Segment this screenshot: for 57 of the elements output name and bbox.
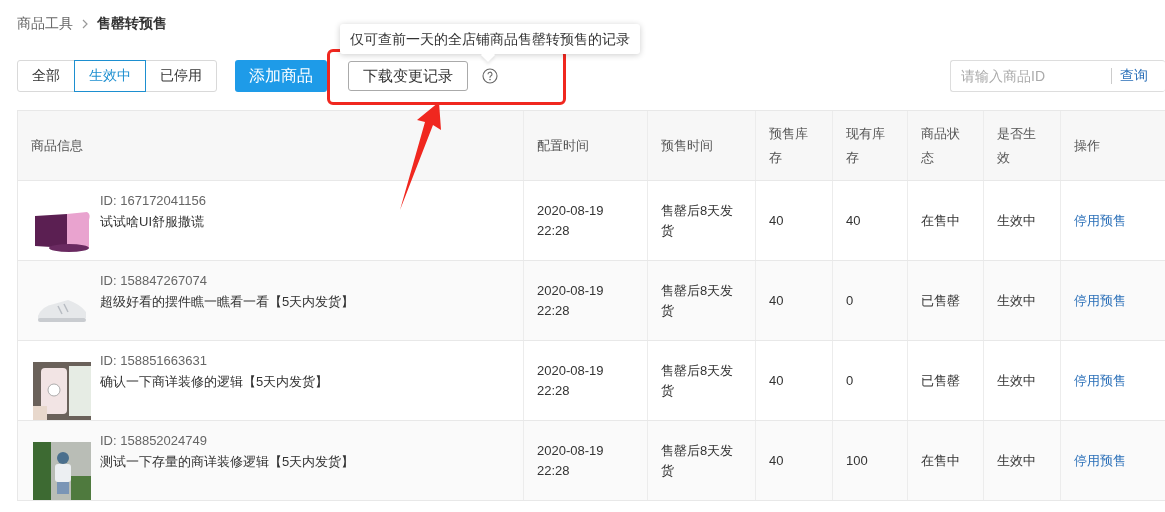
table-cell-text: 2020-08-19 22:28 — [537, 361, 605, 400]
table-cell-text: 40 — [769, 211, 784, 230]
product-name: 试试啥UI舒服撒谎 — [100, 213, 205, 231]
table-cell-text: 售罄后8天发货 — [661, 281, 735, 320]
table-cell-text: 生效中 — [997, 211, 1036, 230]
column-header: 配置时间 — [537, 136, 589, 155]
table-cell-text: 生效中 — [997, 371, 1036, 390]
product-name: 超级好看的摆件瞧一瞧看一看【5天内发货】 — [100, 293, 355, 311]
column-header: 现有库存 — [846, 124, 886, 167]
filter-tab[interactable]: 已停用 — [145, 60, 217, 92]
table-cell-text: 已售罄 — [921, 291, 960, 310]
table-cell-text: 0 — [846, 371, 854, 390]
help-icon[interactable] — [482, 68, 498, 84]
disable-presale-link[interactable]: 停用预售 — [1074, 211, 1126, 230]
filter-tab[interactable]: 生效中 — [74, 60, 146, 92]
table-cell-text: 售罄后8天发货 — [661, 361, 735, 400]
column-header: 预售时间 — [661, 136, 713, 155]
tooltip: 仅可查前一天的全店铺商品售罄转预售的记录 — [340, 24, 640, 54]
table-cell-text: 40 — [769, 451, 784, 470]
product-id: ID: 158847267074 — [100, 273, 208, 289]
product-id: ID: 167172041156 — [100, 193, 207, 209]
disable-presale-link[interactable]: 停用预售 — [1074, 451, 1126, 470]
chevron-right-icon — [81, 19, 89, 29]
table-cell-text: 售罄后8天发货 — [661, 441, 735, 480]
disable-presale-link[interactable]: 停用预售 — [1074, 371, 1126, 390]
table-cell-text: 已售罄 — [921, 371, 960, 390]
product-id: ID: 158851663631 — [100, 353, 208, 369]
download-button[interactable]: 下载变更记录 — [348, 61, 468, 91]
breadcrumb-item: 售罄转预售 — [97, 15, 167, 33]
disable-presale-link[interactable]: 停用预售 — [1074, 291, 1126, 310]
table-cell-text: 40 — [846, 211, 861, 230]
column-header: 商品状态 — [921, 124, 961, 167]
table-cell-text: 生效中 — [997, 291, 1036, 310]
product-name: 确认一下商详装修的逻辑【5天内发货】 — [100, 373, 329, 391]
table-cell-text: 40 — [769, 291, 784, 310]
table-cell-text: 售罄后8天发货 — [661, 201, 735, 240]
table-cell-text: 40 — [769, 371, 784, 390]
product-name: 测试一下存量的商详装修逻辑【5天内发货】 — [100, 453, 355, 471]
search-field[interactable]: 请输入商品ID 查询 — [950, 60, 1165, 92]
tooltip-pointer — [480, 47, 496, 63]
column-header: 是否生效 — [997, 124, 1037, 167]
table-cell-text: 100 — [846, 451, 868, 470]
table-cell-text: 2020-08-19 22:28 — [537, 201, 605, 240]
table-cell-text: 生效中 — [997, 451, 1036, 470]
filter-tab[interactable]: 全部 — [17, 60, 75, 92]
table-cell-text: 0 — [846, 291, 854, 310]
search-button[interactable]: 查询 — [1112, 67, 1156, 85]
column-header: 操作 — [1074, 136, 1100, 155]
table-cell-text: 2020-08-19 22:28 — [537, 281, 605, 320]
table-cell-text: 在售中 — [921, 211, 960, 230]
column-header: 商品信息 — [31, 136, 83, 155]
table-cell-text: 2020-08-19 22:28 — [537, 441, 605, 480]
table-cell-text: 在售中 — [921, 451, 960, 470]
product-id: ID: 158852024749 — [100, 433, 208, 449]
breadcrumb-item[interactable]: 商品工具 — [17, 15, 73, 33]
add-product-button[interactable]: 添加商品 — [235, 60, 327, 92]
column-header: 预售库存 — [769, 124, 809, 167]
